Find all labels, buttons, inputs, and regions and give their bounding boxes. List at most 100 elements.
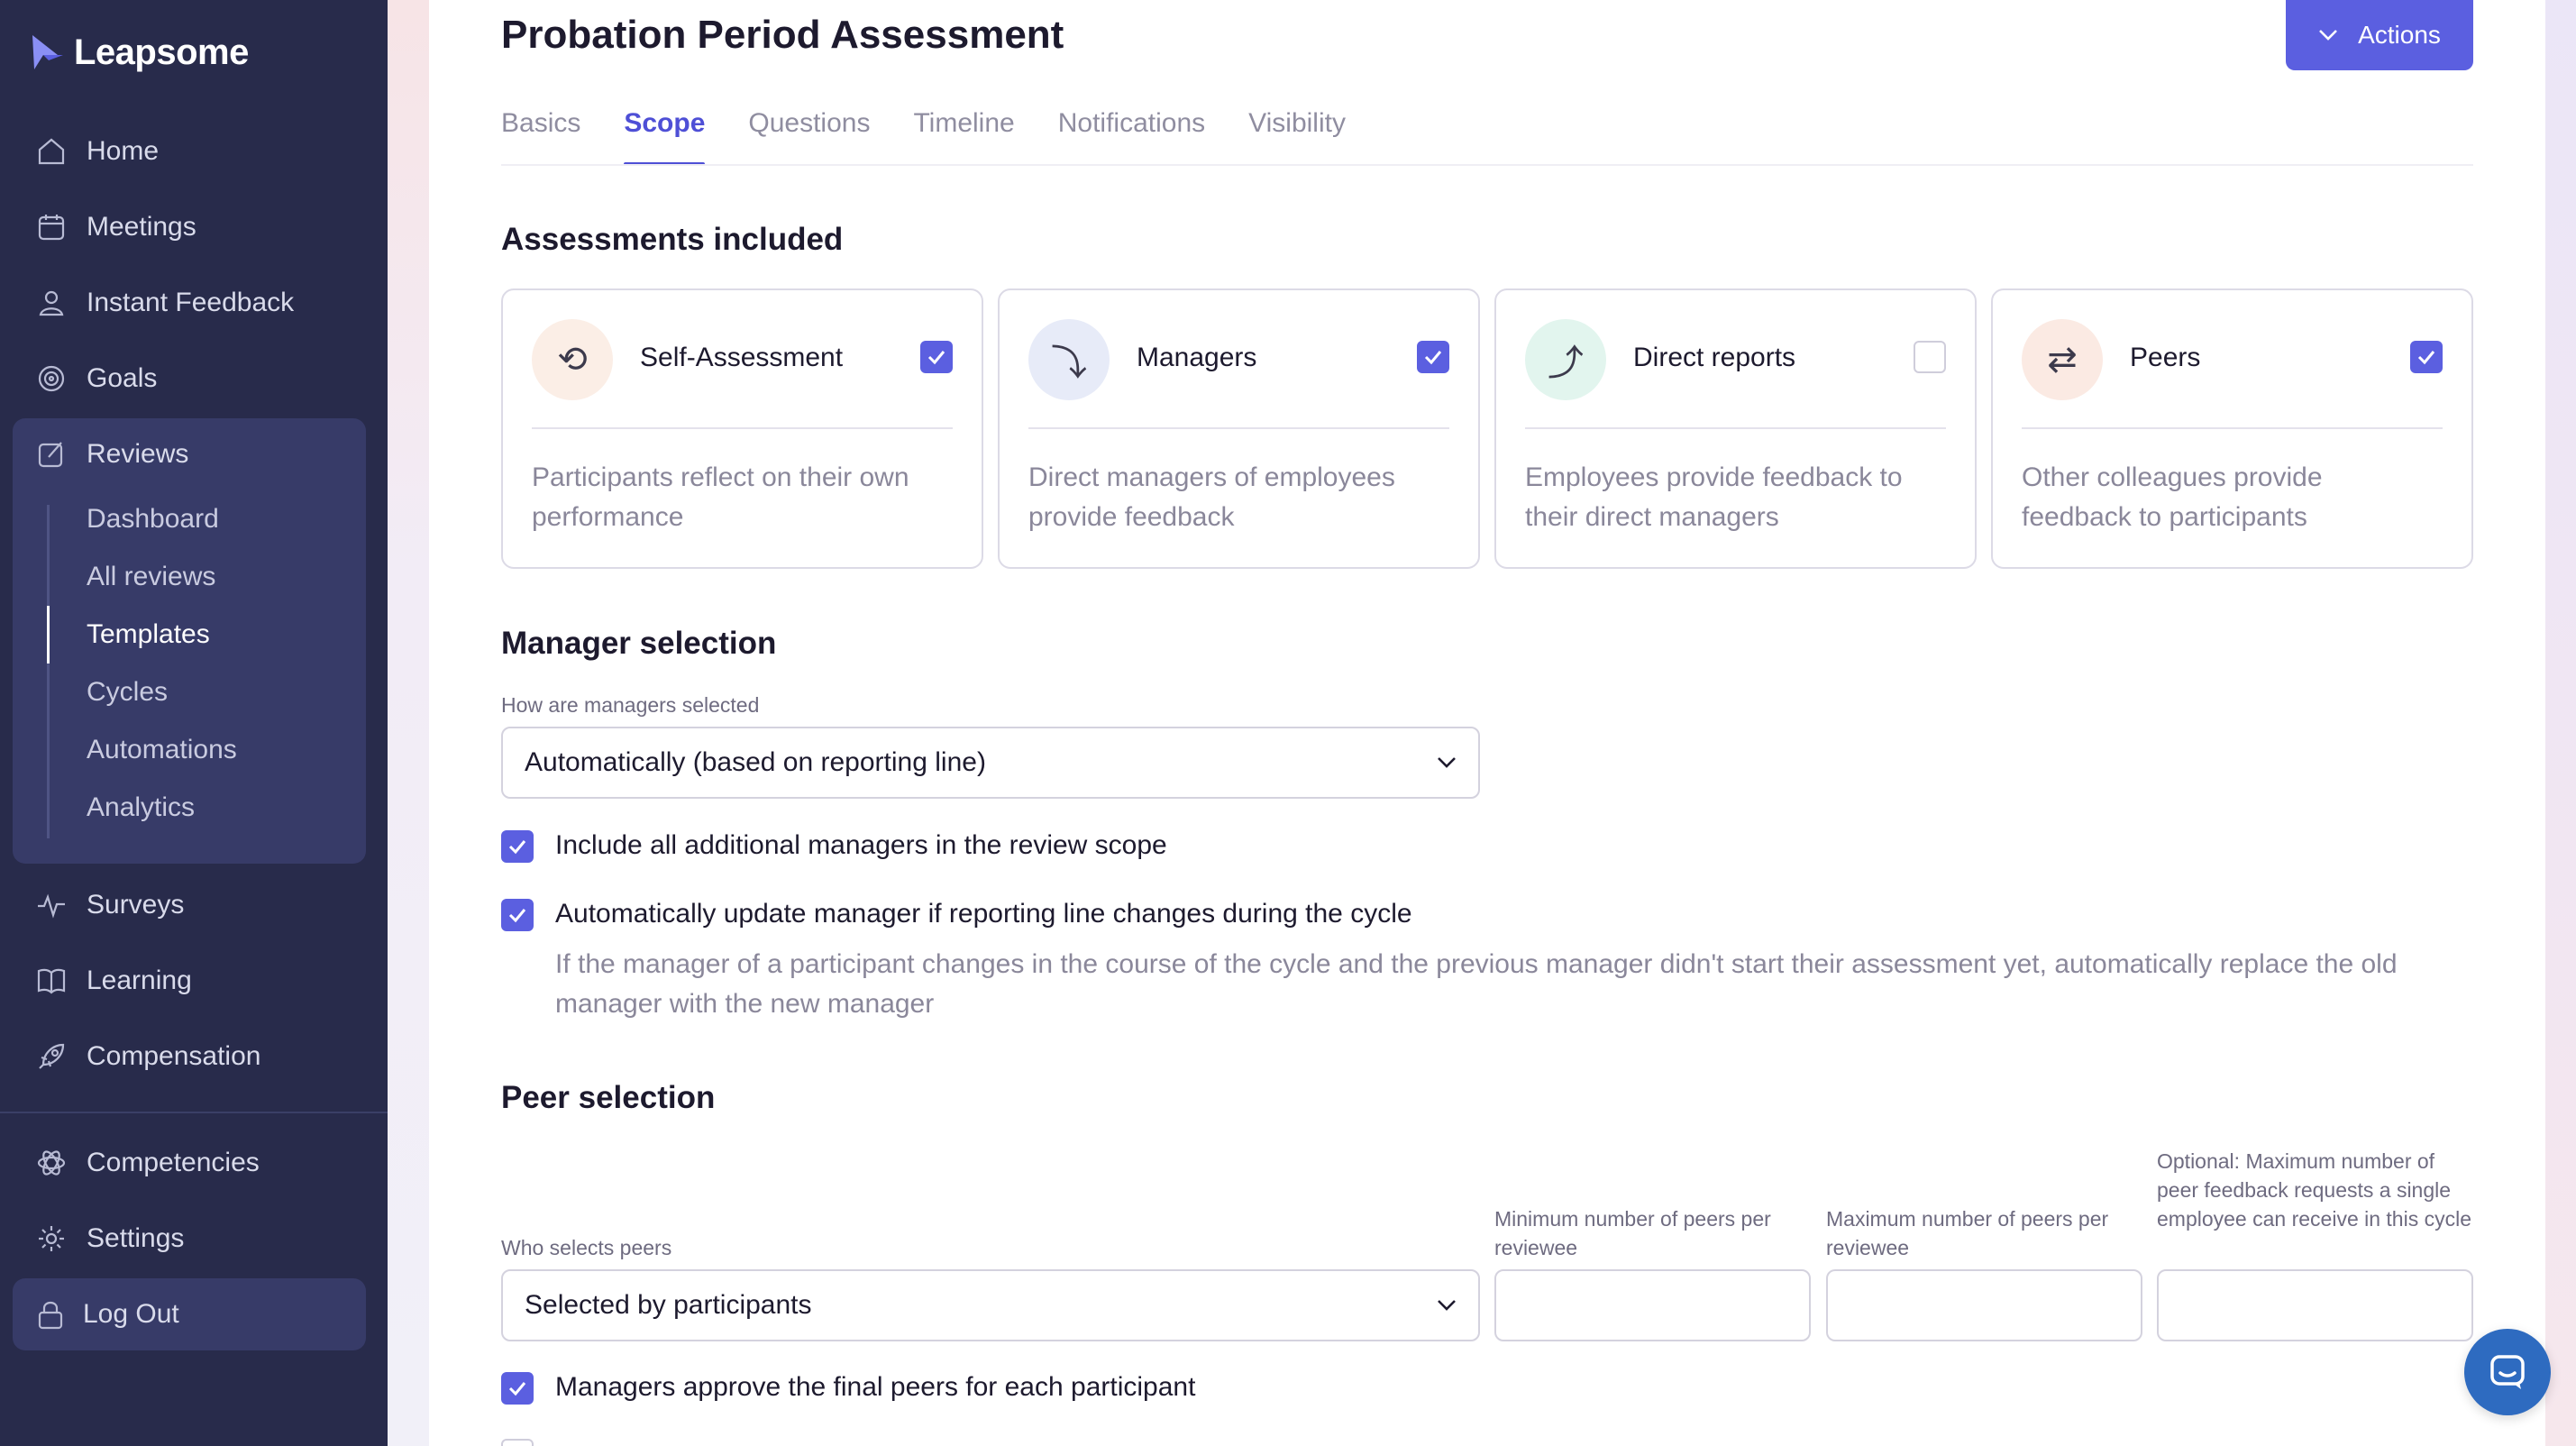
tab-timeline[interactable]: Timeline: [913, 108, 1014, 166]
sidebar-subitem-automations[interactable]: Automations: [87, 723, 237, 777]
next-option-checkbox[interactable]: [501, 1439, 534, 1446]
self-assessment-icon: ⟲: [532, 319, 613, 400]
sidebar-item-instant-feedback[interactable]: Instant Feedback: [36, 276, 294, 330]
max-peer-requests-label: Optional: Maximum number of peer feedbac…: [2157, 1149, 2471, 1231]
manager-select-label: How are managers selected: [501, 693, 760, 717]
who-selects-peers-label: Who selects peers: [501, 1236, 672, 1259]
sidebar-item-competencies[interactable]: Competencies: [36, 1136, 260, 1190]
include-additional-managers-label: Include all additional managers in the r…: [555, 830, 1167, 860]
check-icon: [508, 1382, 526, 1396]
edit-icon: [38, 442, 63, 468]
auto-update-help-text: If the manager of a participant changes …: [555, 949, 2398, 1019]
tab-bar: Basics Scope Questions Timeline Notifica…: [501, 108, 1346, 166]
leapsome-logo[interactable]: Leapsome: [31, 32, 249, 73]
self-assessment-checkbox[interactable]: [920, 341, 953, 373]
sidebar-subitem-analytics[interactable]: Analytics: [87, 781, 195, 835]
card-description: Participants reflect on their own perfor…: [532, 462, 909, 532]
sidebar-item-label: Settings: [87, 1223, 185, 1253]
auto-update-manager-checkbox[interactable]: [501, 899, 534, 931]
min-peers-label: Minimum number of peers per reviewee: [1494, 1207, 1771, 1259]
actions-button[interactable]: Actions: [2286, 0, 2473, 70]
target-icon: [38, 365, 65, 392]
sidebar-item-surveys[interactable]: Surveys: [36, 878, 184, 932]
managers-approve-peers-label: Managers approve the final peers for eac…: [555, 1372, 1196, 1402]
card-description: Direct managers of employees provide fee…: [1028, 462, 1395, 532]
sidebar-item-settings[interactable]: Settings: [36, 1212, 184, 1266]
tab-questions[interactable]: Questions: [748, 108, 870, 166]
card-divider: [1525, 427, 1946, 429]
peers-checkbox[interactable]: [2410, 341, 2443, 373]
direct-reports-icon: ⤴: [1525, 319, 1606, 400]
sidebar-item-label: Learning: [87, 966, 192, 995]
submenu-active-indicator: [47, 606, 50, 664]
chevron-down-icon: [1438, 1300, 1456, 1311]
card-label: Managers: [1137, 343, 1257, 372]
background-gutter-right: [2545, 0, 2576, 1446]
assessments-section-title: Assessments included: [501, 222, 844, 257]
calendar-icon: [38, 215, 65, 241]
sidebar-item-label: Compensation: [87, 1041, 261, 1071]
logo-text: Leapsome: [74, 32, 249, 72]
card-description: Employees provide feedback to their dire…: [1525, 462, 1903, 532]
sidebar: Leapsome Home Meetings Instant Feedback …: [0, 0, 388, 1446]
who-selects-peers-dropdown[interactable]: Selected by participants: [501, 1269, 1480, 1341]
tab-basics[interactable]: Basics: [501, 108, 580, 166]
sidebar-item-home[interactable]: Home: [36, 124, 159, 178]
card-divider: [532, 427, 953, 429]
sidebar-item-label: Competencies: [87, 1148, 260, 1177]
assessment-card-direct-reports[interactable]: ⤴ Direct reports Employees provide feedb…: [1494, 288, 1977, 569]
min-peers-input[interactable]: [1494, 1269, 1811, 1341]
sidebar-subitem-dashboard[interactable]: Dashboard: [87, 492, 219, 546]
sidebar-item-reviews[interactable]: Reviews: [36, 427, 188, 481]
chat-support-button[interactable]: [2464, 1329, 2551, 1415]
sidebar-item-learning[interactable]: Learning: [36, 954, 192, 1008]
assessment-card-managers[interactable]: ⤵ Managers Direct managers of employees …: [998, 288, 1480, 569]
submenu-rail: [47, 505, 50, 838]
peers-icon: ⇄: [2022, 319, 2103, 400]
assessment-card-peers[interactable]: ⇄ Peers Other colleagues provide feedbac…: [1991, 288, 2473, 569]
chevron-down-icon: [1438, 757, 1456, 768]
card-label: Peers: [2130, 343, 2201, 372]
tab-notifications[interactable]: Notifications: [1058, 108, 1205, 166]
peer-selection-title: Peer selection: [501, 1080, 716, 1115]
atom-icon: [37, 1150, 66, 1176]
max-peers-input[interactable]: [1826, 1269, 2142, 1341]
card-description: Other colleagues provide feedback to par…: [2022, 462, 2323, 532]
sidebar-item-goals[interactable]: Goals: [36, 352, 157, 406]
sidebar-subitem-all-reviews[interactable]: All reviews: [87, 550, 215, 604]
manager-selection-value: Automatically (based on reporting line): [525, 747, 986, 777]
sidebar-item-label: Goals: [87, 363, 158, 393]
card-divider: [1028, 427, 1449, 429]
pulse-icon: [38, 893, 65, 919]
sidebar-item-label: Surveys: [87, 890, 185, 920]
tab-scope[interactable]: Scope: [624, 108, 706, 166]
manager-selection-dropdown[interactable]: Automatically (based on reporting line): [501, 727, 1480, 799]
include-additional-managers-checkbox[interactable]: [501, 830, 534, 863]
check-icon: [508, 840, 526, 855]
sidebar-item-compensation[interactable]: Compensation: [36, 1030, 260, 1084]
tabs-divider: [501, 164, 2473, 166]
actions-label: Actions: [2358, 21, 2441, 49]
max-peers-label: Maximum number of peers per reviewee: [1826, 1207, 2109, 1259]
check-icon: [927, 351, 945, 365]
card-label: Self-Assessment: [640, 343, 844, 372]
managers-checkbox[interactable]: [1417, 341, 1449, 373]
leapsome-logo-icon: [32, 34, 63, 69]
max-peer-requests-input[interactable]: [2157, 1269, 2473, 1341]
assessment-card-self[interactable]: ⟲ Self-Assessment Participants reflect o…: [501, 288, 983, 569]
direct-reports-checkbox[interactable]: [1914, 341, 1946, 373]
logout-label: Log Out: [83, 1299, 179, 1329]
sidebar-divider: [0, 1112, 388, 1113]
book-icon: [37, 968, 66, 994]
tab-visibility[interactable]: Visibility: [1248, 108, 1346, 166]
sidebar-subitem-cycles[interactable]: Cycles: [87, 665, 168, 719]
sidebar-item-meetings[interactable]: Meetings: [36, 200, 196, 254]
logout-button[interactable]: Log Out: [13, 1278, 366, 1350]
who-selects-peers-value: Selected by participants: [525, 1290, 812, 1320]
rocket-icon: [39, 1043, 65, 1069]
sidebar-item-label: Reviews: [87, 439, 189, 469]
managers-approve-peers-checkbox[interactable]: [501, 1372, 534, 1405]
check-icon: [508, 909, 526, 923]
background-gutter-left: [388, 0, 429, 1446]
sidebar-subitem-templates[interactable]: Templates: [87, 608, 210, 662]
